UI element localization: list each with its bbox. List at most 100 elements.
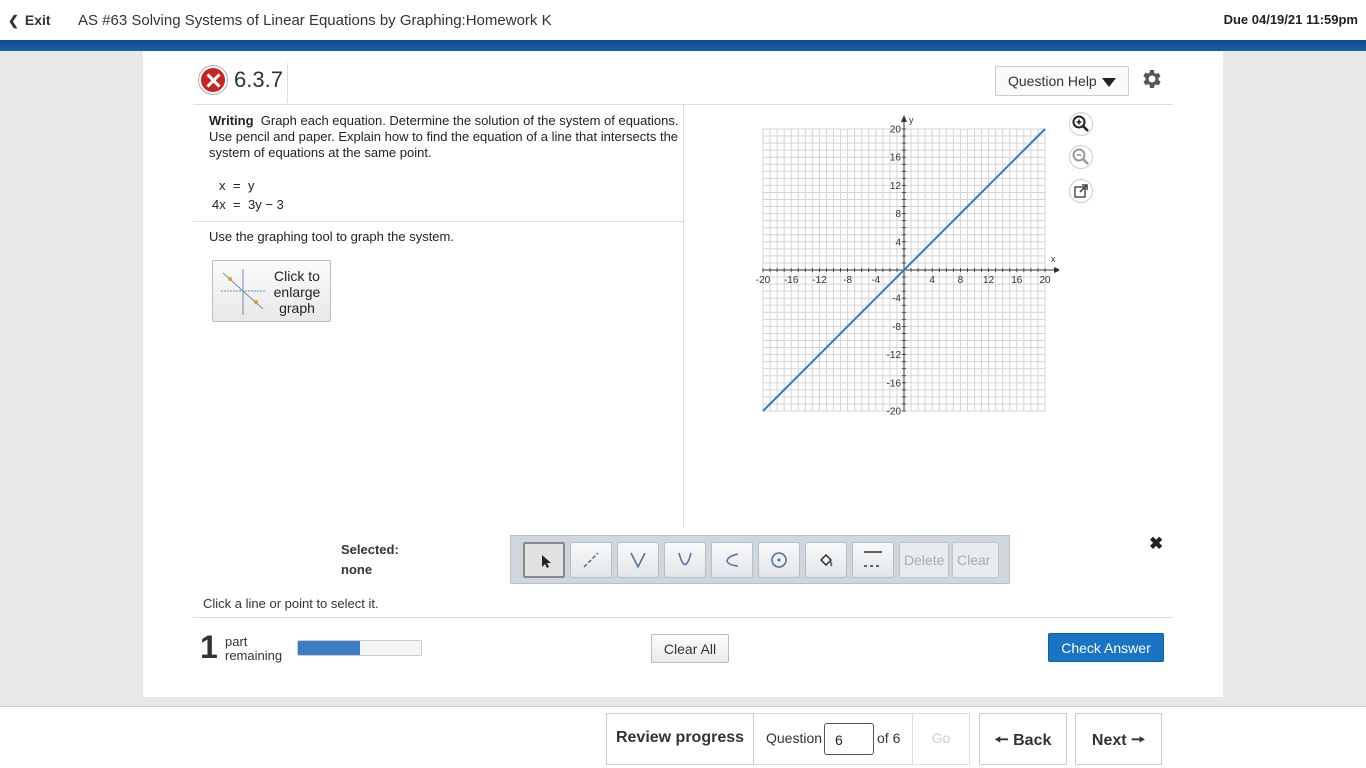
pointer-icon [542,555,551,568]
x-tick-label: -16 [784,275,799,286]
line-style-tool-button[interactable] [852,542,894,578]
parabola-tool-button[interactable] [664,542,706,578]
prompt-title: Writing [209,113,254,128]
line-tool-button[interactable] [570,542,612,578]
equation-1-rhs: y [248,178,255,193]
zoom-in-icon [1072,115,1089,132]
x-tick-label: -4 [871,275,880,286]
x-axis-label: x [1051,254,1056,264]
parts-label-line-2: remaining [225,648,283,663]
close-icon[interactable]: ✖ [1149,534,1163,554]
y-tick-label: -16 [887,378,902,389]
y-tick-label: -4 [892,294,901,305]
exit-button[interactable]: ❮ Exit [8,12,51,29]
selected-value: none [341,562,373,577]
parts-remaining-count: 1 [200,629,218,665]
content-divider [193,221,683,222]
equation-1-lhs: x [219,178,226,193]
gear-icon[interactable] [1139,67,1163,91]
popout-button[interactable] [1069,179,1093,203]
x-tick-label: -8 [843,275,852,286]
sqrt-tool-button[interactable] [711,542,753,578]
absolute-value-tool-button[interactable] [617,542,659,578]
equation-1-equals: = [233,178,241,193]
square-root-icon [726,553,739,567]
delete-button[interactable]: Delete [899,542,949,578]
parabola-icon [678,552,692,566]
zoom-in-button[interactable] [1069,112,1093,136]
review-progress-button[interactable]: Review progress [606,713,754,765]
question-help-button[interactable]: Question Help [995,66,1129,96]
question-total: of 6 [877,730,901,746]
incorrect-x-icon [199,66,227,94]
header-divider [287,63,288,103]
circle-icon [771,552,787,568]
question-number-input[interactable]: 6 [824,723,874,755]
question-header: 6.3.7 Question Help [193,63,1173,105]
question-panel: 6.3.7 Question Help Writing Graph each e… [143,51,1223,697]
equation-2-rhs: 3y − 3 [248,197,284,212]
header-accent-bar [0,40,1366,51]
chevron-left-icon: ❮ [8,13,19,28]
progress-fill [298,641,360,655]
x-tick-label: 16 [1011,275,1023,286]
equation-2-equals: = [233,197,241,212]
graph-thumbnail-icon [221,269,265,315]
question-content: Writing Graph each equation. Determine t… [193,105,684,527]
next-label: Next [1091,732,1127,749]
equation-2-lhs: 4x [212,197,226,212]
line-icon [583,552,599,568]
graph-instruction: Use the graphing tool to graph the syste… [209,229,454,244]
y-tick-label: 8 [895,209,901,220]
parts-label-line-1: part [225,634,248,649]
graphing-toolbar: Delete Clear [510,535,1010,584]
line-style-icon [864,551,882,567]
y-tick-label: 20 [890,125,902,136]
y-tick-label: -8 [892,322,901,333]
x-tick-label: 4 [929,275,935,286]
y-axis-arrow [901,115,907,122]
back-button[interactable]: 🠔 Back [979,713,1067,765]
x-tick-label: 20 [1039,275,1051,286]
question-number: 6.3.7 [234,67,283,92]
check-answer-button[interactable]: Check Answer [1048,633,1164,662]
select-hint: Click a line or point to select it. [203,596,379,611]
arrow-left-icon: 🠔 [994,732,1009,749]
question-label: Question [766,730,823,746]
y-tick-label: -20 [887,407,902,416]
go-button[interactable]: Go [912,714,969,764]
zoom-out-icon [1072,148,1089,165]
x-axis-arrow [1054,267,1059,273]
arrow-right-icon: 🠖 [1131,732,1146,749]
y-tick-label: 4 [895,237,901,248]
zoom-out-button[interactable] [1069,145,1093,169]
circle-tool-button[interactable] [758,542,800,578]
question-jump: Question 6 of 6 Go [754,713,970,765]
x-tick-label: 8 [958,275,964,286]
bottom-nav: Review progress Question 6 of 6 Go 🠔 Bac… [0,706,1366,768]
x-tick-label: -12 [812,275,827,286]
x-tick-label: 12 [983,275,995,286]
progress-bar [297,640,422,656]
y-tick-label: 12 [890,181,902,192]
back-label: Back [1013,732,1052,749]
question-prompt: Writing Graph each equation. Determine t… [209,113,679,161]
clear-all-button[interactable]: Clear All [651,634,729,663]
paint-bucket-icon [820,554,833,567]
clear-button[interactable]: Clear [952,542,999,578]
exit-label: Exit [24,12,51,28]
next-button[interactable]: Next 🠖 [1075,713,1162,765]
y-tick-label: -12 [887,350,902,361]
coordinate-graph[interactable]: -20 -16 -12 -8 -4 4 8 12 16 20 20 16 12 8 4 -4 -8 -12 -16 -… [749,115,1059,415]
top-bar: ❮ Exit AS #63 Solving Systems of Linear E… [0,0,1366,40]
parts-remaining-label: part remaining [225,635,282,663]
assignment-title: AS #63 Solving Systems of Linear Equatio… [78,12,552,29]
enlarge-graph-button[interactable]: Click to enlarge graph [212,260,331,322]
x-tick-label: -20 [756,275,771,286]
bottom-divider [193,617,1173,618]
fill-tool-button[interactable] [805,542,847,578]
caret-down-icon [1102,78,1116,87]
prompt-text: Graph each equation. Determine the solut… [209,113,679,160]
pointer-tool-button[interactable] [523,542,565,578]
enlarge-graph-label: Click to enlarge graph [273,268,321,316]
